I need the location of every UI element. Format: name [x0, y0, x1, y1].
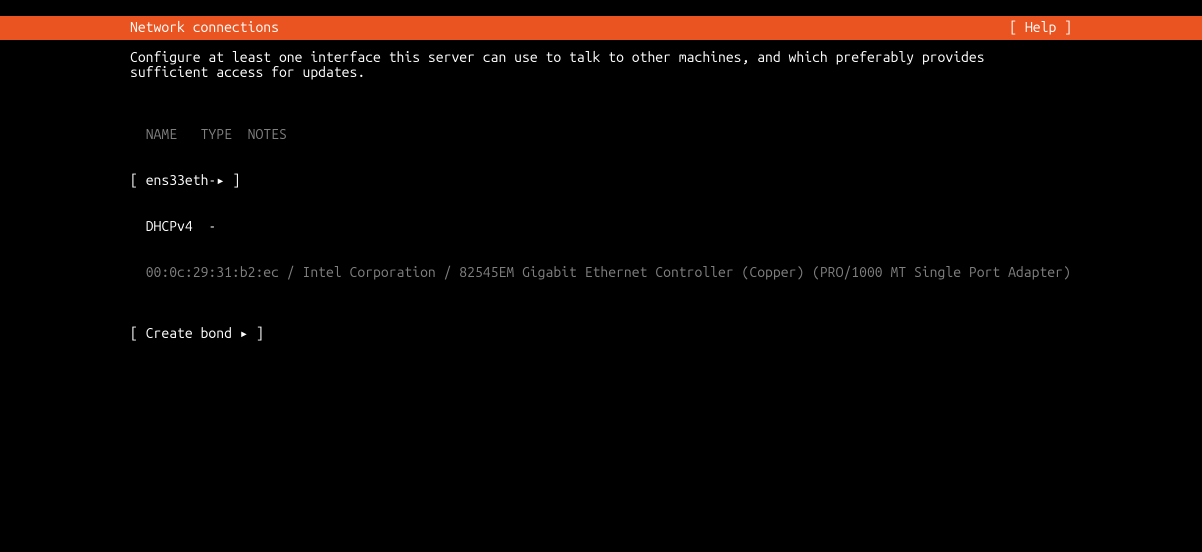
- dhcp-row: DHCPv4 -: [130, 219, 1072, 234]
- interface-row[interactable]: [ ens33 eth - ▸ ]: [130, 173, 1072, 188]
- col-type: TYPE: [201, 126, 232, 142]
- col-notes: NOTES: [248, 126, 287, 142]
- header-inner: Network connections [ Help ]: [0, 20, 1202, 35]
- interface-type: eth: [185, 173, 209, 188]
- table-header-row: NAME TYPE NOTES: [130, 127, 1072, 142]
- description-text: Configure at least one interface this se…: [130, 50, 1070, 81]
- interface-notes: -: [208, 173, 216, 188]
- page-title: Network connections: [130, 20, 279, 35]
- content-area: Configure at least one interface this se…: [0, 40, 1202, 342]
- header-bar: Network connections [ Help ]: [0, 16, 1202, 40]
- dhcp-value: -: [208, 218, 216, 234]
- chevron-right-icon: ▸: [216, 173, 224, 188]
- mac-details: 00:0c:29:31:b2:ec / Intel Corporation / …: [146, 264, 1071, 280]
- help-button[interactable]: [ Help ]: [1009, 20, 1072, 35]
- create-bond-button[interactable]: [ Create bond ▸ ]: [130, 326, 1072, 341]
- top-bar: [0, 0, 1202, 16]
- col-name: NAME: [146, 126, 177, 142]
- interface-name: ens33: [146, 173, 185, 188]
- hardware-info: 00:0c:29:31:b2:ec / Intel Corporation / …: [130, 265, 1072, 280]
- bracket-open: [: [130, 173, 146, 188]
- bracket-close: ]: [225, 173, 241, 188]
- dhcp-label: DHCPv4: [146, 218, 193, 234]
- interface-table: NAME TYPE NOTES [ ens33 eth - ▸ ] DHCPv4…: [130, 96, 1072, 311]
